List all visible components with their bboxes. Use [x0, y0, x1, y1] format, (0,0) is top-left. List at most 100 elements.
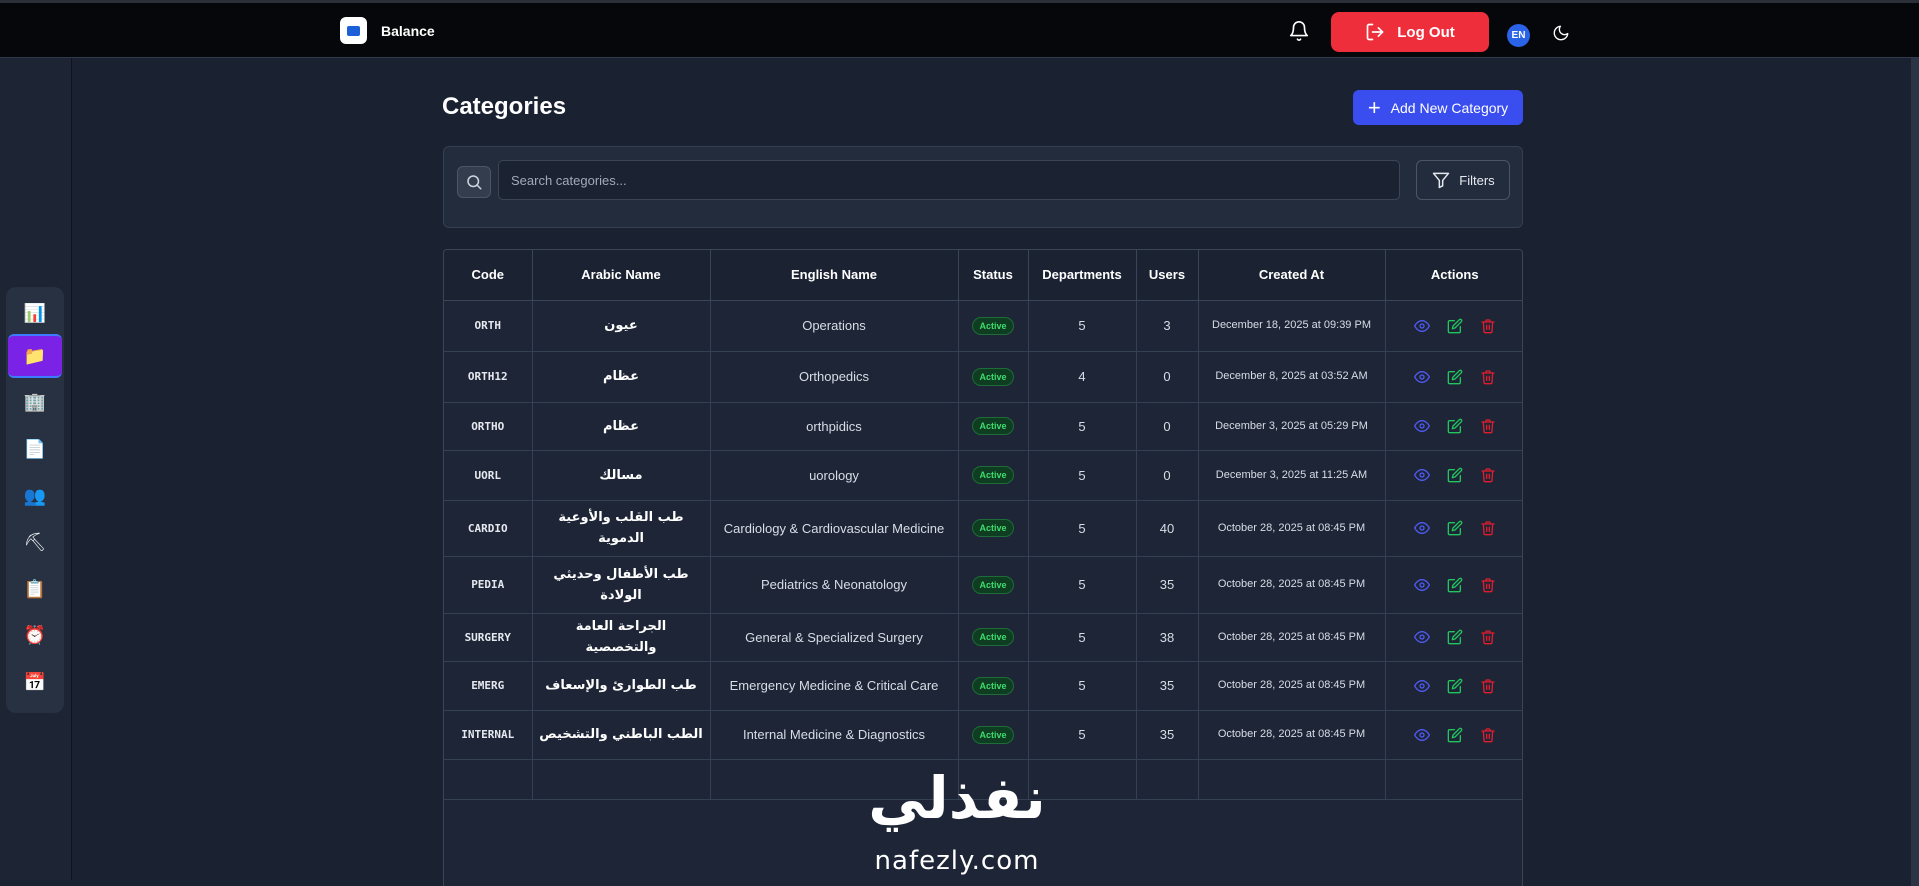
- column-header-status[interactable]: Status: [958, 250, 1029, 301]
- sidebar-item-dashboard[interactable]: 📊: [8, 291, 62, 335]
- cell-english-name: Internal Medicine & Diagnostics: [710, 710, 959, 760]
- delete-trash-icon[interactable]: [1480, 577, 1496, 593]
- cell-departments: 5: [1028, 710, 1137, 760]
- column-header-english-name[interactable]: English Name: [710, 250, 959, 301]
- view-eye-icon[interactable]: [1413, 318, 1430, 334]
- cell-code: SURGERY: [444, 613, 533, 662]
- cell-empty: [1385, 759, 1522, 800]
- search-input[interactable]: [498, 160, 1400, 200]
- sidebar-item-categories[interactable]: 📁: [8, 334, 62, 378]
- cell-status: Active: [958, 613, 1029, 662]
- cell-arabic-name: طب القلب والأوعية الدموية: [532, 500, 711, 557]
- column-header-arabic-name[interactable]: Arabic Name: [532, 250, 711, 301]
- sidebar-item-departments[interactable]: 🏢: [8, 380, 62, 424]
- edit-icon[interactable]: [1447, 467, 1463, 483]
- edit-icon[interactable]: [1447, 678, 1463, 694]
- delete-trash-icon[interactable]: [1480, 629, 1496, 645]
- delete-trash-icon[interactable]: [1480, 467, 1496, 483]
- sidebar-item-documents[interactable]: 📄: [8, 427, 62, 471]
- page-title: Categories: [442, 93, 567, 120]
- plus-icon: +: [1367, 94, 1381, 120]
- cell-status: Active: [958, 450, 1029, 501]
- clipboard-icon: 📋: [23, 578, 47, 599]
- scrollbar[interactable]: [1911, 58, 1919, 886]
- view-eye-icon[interactable]: [1413, 520, 1430, 536]
- delete-trash-icon[interactable]: [1480, 418, 1496, 434]
- edit-icon[interactable]: [1447, 577, 1463, 593]
- view-eye-icon[interactable]: [1413, 678, 1430, 694]
- cell-actions: [1385, 556, 1522, 614]
- view-eye-icon[interactable]: [1413, 369, 1430, 385]
- sidebar-item-calendar[interactable]: 📅: [8, 660, 62, 704]
- delete-trash-icon[interactable]: [1480, 369, 1496, 385]
- brand[interactable]: Balance: [340, 17, 435, 44]
- brand-name: Balance: [381, 22, 435, 39]
- document-icon: 📄: [23, 438, 47, 459]
- sidebar-nav: 📊 📁 🏢 📄 👥 ⛏ 📋 ⏰ 📅: [6, 287, 64, 713]
- cell-departments: 5: [1028, 613, 1137, 662]
- view-eye-icon[interactable]: [1413, 418, 1430, 434]
- filters-button[interactable]: Filters: [1416, 160, 1510, 200]
- cell-departments: 4: [1028, 351, 1137, 403]
- cell-english-name: Cardiology & Cardiovascular Medicine: [710, 500, 959, 557]
- watermark-domain-text: nafezly.com: [874, 846, 1040, 876]
- cell-english-name: orthpidics: [710, 402, 959, 451]
- logout-label: Log Out: [1397, 23, 1455, 41]
- delete-trash-icon[interactable]: [1480, 318, 1496, 334]
- cell-users: 0: [1136, 450, 1199, 501]
- sidebar-item-tools[interactable]: ⛏: [8, 520, 62, 564]
- cell-created-at: December 3, 2025 at 11:25 AM: [1198, 450, 1386, 501]
- view-eye-icon[interactable]: [1413, 577, 1430, 593]
- logout-button[interactable]: Log Out: [1331, 12, 1489, 52]
- add-new-category-button[interactable]: + Add New Category: [1353, 90, 1523, 125]
- cell-code: ORTH: [444, 300, 533, 352]
- cell-created-at: December 18, 2025 at 09:39 PM: [1198, 300, 1386, 352]
- view-eye-icon[interactable]: [1413, 629, 1430, 645]
- table-row[interactable]: CARDIO طب القلب والأوعية الدموية Cardiolog…: [444, 500, 1522, 557]
- edit-icon[interactable]: [1447, 520, 1463, 536]
- nafezly-watermark: نفذلي nafezly.com: [852, 758, 1062, 886]
- view-eye-icon[interactable]: [1413, 467, 1430, 483]
- table-row[interactable]: PEDIA طب الأطفال وحديثي الولادة Pediatrics…: [444, 556, 1522, 614]
- search-button[interactable]: [457, 166, 491, 198]
- sidebar-item-reports[interactable]: 📋: [8, 567, 62, 611]
- cell-code: PEDIA: [444, 556, 533, 614]
- cell-status: Active: [958, 556, 1029, 614]
- table-row[interactable]: ORTH عيون Operations Active 5 3 December 18, 2…: [444, 300, 1522, 352]
- table-row[interactable]: EMERG طب الطوارئ والإسعاف Emergency Medici…: [444, 661, 1522, 711]
- cell-arabic-name: الطب الباطني والتشخيص: [532, 710, 711, 760]
- cell-users: 3: [1136, 300, 1199, 352]
- table-row[interactable]: ORTHO عظام orthpidics Active 5 0 December 3, 2…: [444, 402, 1522, 451]
- edit-icon[interactable]: [1447, 369, 1463, 385]
- edit-icon[interactable]: [1447, 318, 1463, 334]
- table-row[interactable]: UORL مسالك uorology Active 5 0 December 3, 202…: [444, 450, 1522, 501]
- table-row[interactable]: SURGERY الجراحة العامة والتخصصية General &…: [444, 613, 1522, 662]
- column-header-code[interactable]: Code: [444, 250, 533, 301]
- language-switch[interactable]: EN: [1507, 24, 1530, 47]
- dark-mode-toggle-icon[interactable]: [1552, 24, 1570, 42]
- edit-icon[interactable]: [1447, 418, 1463, 434]
- column-header-created-at[interactable]: Created At: [1198, 250, 1386, 301]
- add-new-category-label: Add New Category: [1390, 99, 1509, 116]
- delete-trash-icon[interactable]: [1480, 727, 1496, 743]
- edit-icon[interactable]: [1447, 629, 1463, 645]
- cell-empty: [532, 759, 711, 800]
- edit-icon[interactable]: [1447, 727, 1463, 743]
- pickaxe-icon: ⛏: [23, 531, 47, 552]
- delete-trash-icon[interactable]: [1480, 520, 1496, 536]
- table-row[interactable]: INTERNAL الطب الباطني والتشخيص Internal Me…: [444, 710, 1522, 760]
- sidebar-item-users[interactable]: 👥: [8, 474, 62, 518]
- column-header-departments[interactable]: Departments: [1028, 250, 1137, 301]
- view-eye-icon[interactable]: [1413, 727, 1430, 743]
- column-header-users[interactable]: Users: [1136, 250, 1199, 301]
- sidebar-item-shifts[interactable]: ⏰: [8, 613, 62, 657]
- table-row[interactable]: ORTH12 عظام Orthopedics Active 4 0 December 8,…: [444, 351, 1522, 403]
- status-badge: Active: [972, 417, 1014, 435]
- notification-bell-icon[interactable]: [1288, 20, 1310, 42]
- filter-icon: [1433, 172, 1450, 189]
- status-badge: Active: [972, 316, 1014, 335]
- delete-trash-icon[interactable]: [1480, 678, 1496, 694]
- cell-status: Active: [958, 500, 1029, 557]
- cell-departments: 5: [1028, 500, 1137, 557]
- cell-departments: 5: [1028, 300, 1137, 352]
